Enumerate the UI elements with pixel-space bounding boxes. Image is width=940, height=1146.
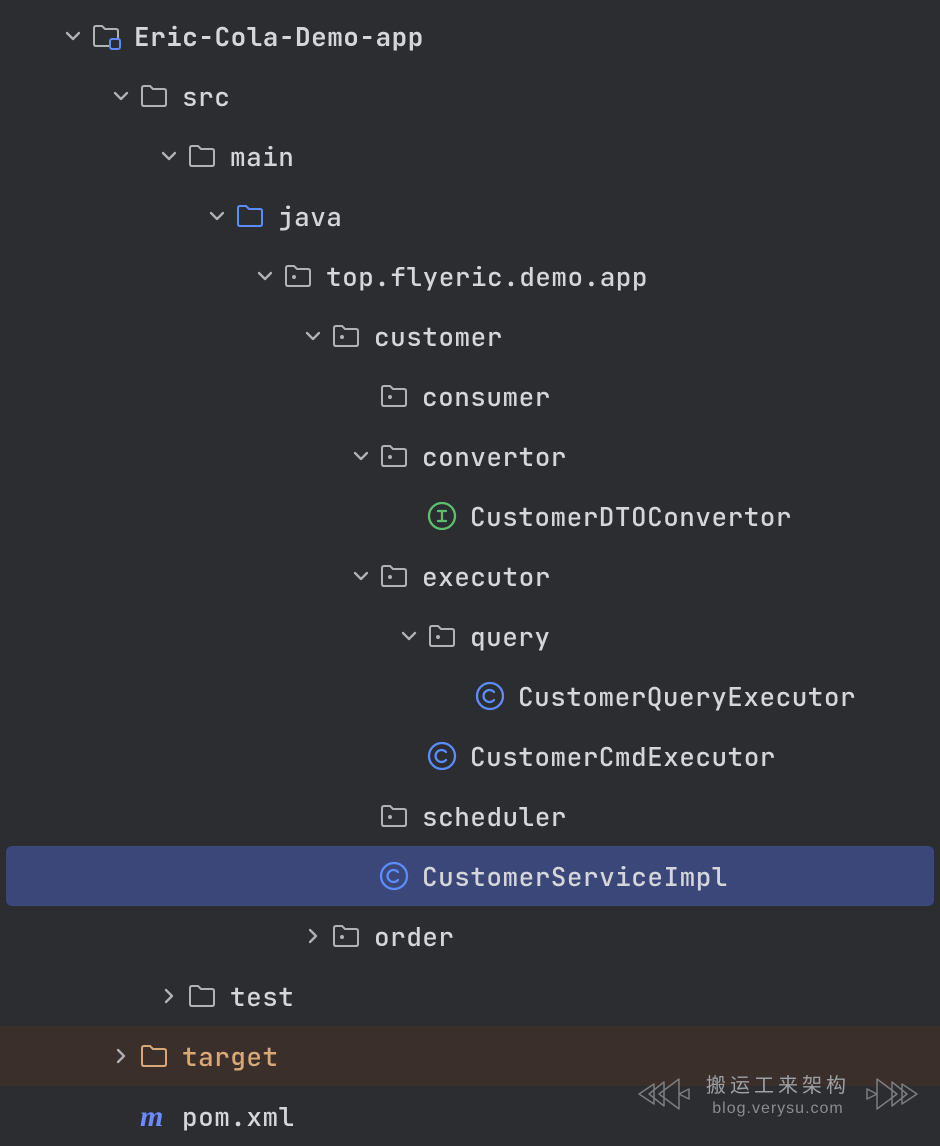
tree-item-executor[interactable]: executor [0, 546, 940, 606]
class-icon [424, 738, 460, 774]
tree-item-main[interactable]: main [0, 126, 940, 186]
tree-item-label: main [230, 139, 294, 174]
tree-item-label: CustomerServiceImpl [422, 859, 728, 894]
tree-item-order[interactable]: order [0, 906, 940, 966]
tree-item-scheduler[interactable]: scheduler [0, 786, 940, 846]
watermark-title: 搬运工来架构 [706, 1069, 850, 1098]
tree-item-package-root[interactable]: top.flyeric.demo.app [0, 246, 940, 306]
tree-item-label: order [374, 919, 455, 954]
tree-item-dto-convertor[interactable]: CustomerDTOConvertor [0, 486, 940, 546]
tree-item-label: CustomerQueryExecutor [518, 679, 856, 714]
class-icon [376, 858, 412, 894]
chevron-right-icon[interactable] [112, 1047, 130, 1065]
tree-item-customer[interactable]: customer [0, 306, 940, 366]
package-icon [376, 378, 412, 414]
project-tree[interactable]: Eric-Cola-Demo-app src main java top.fly… [0, 0, 940, 1146]
tree-item-label: convertor [422, 439, 567, 474]
tree-item-label: consumer [422, 379, 551, 414]
tree-item-label: customer [374, 319, 503, 354]
tree-item-label: pom.xml [182, 1099, 295, 1134]
tree-item-label: top.flyeric.demo.app [326, 259, 648, 294]
tree-item-cmd-executor[interactable]: CustomerCmdExecutor [0, 726, 940, 786]
watermark-deco-right-icon [862, 1074, 922, 1114]
folder-icon [136, 78, 172, 114]
package-icon [376, 438, 412, 474]
module-folder-icon [88, 18, 124, 54]
package-icon [328, 918, 364, 954]
watermark-url: blog.verysu.com [706, 1100, 850, 1118]
tree-item-label: CustomerCmdExecutor [470, 739, 776, 774]
folder-icon [184, 978, 220, 1014]
tree-item-root[interactable]: Eric-Cola-Demo-app [0, 6, 940, 66]
class-icon [472, 678, 508, 714]
tree-item-label: target [182, 1039, 279, 1074]
folder-icon [184, 138, 220, 174]
chevron-down-icon[interactable] [352, 447, 370, 465]
chevron-down-icon[interactable] [64, 27, 82, 45]
chevron-down-icon[interactable] [112, 87, 130, 105]
tree-item-service-impl[interactable]: CustomerServiceImpl [6, 846, 934, 906]
tree-item-query-executor[interactable]: CustomerQueryExecutor [0, 666, 940, 726]
chevron-right-icon[interactable] [304, 927, 322, 945]
tree-item-test[interactable]: test [0, 966, 940, 1026]
chevron-right-icon[interactable] [160, 987, 178, 1005]
tree-item-label: scheduler [422, 799, 567, 834]
tree-item-label: CustomerDTOConvertor [470, 499, 792, 534]
tree-item-convertor[interactable]: convertor [0, 426, 940, 486]
tree-item-label: query [470, 619, 551, 654]
maven-icon [136, 1098, 172, 1134]
package-icon [376, 798, 412, 834]
tree-item-label: java [278, 199, 342, 234]
package-icon [424, 618, 460, 654]
chevron-down-icon[interactable] [352, 567, 370, 585]
tree-item-java[interactable]: java [0, 186, 940, 246]
chevron-down-icon[interactable] [400, 627, 418, 645]
watermark: 搬运工来架构 blog.verysu.com [634, 1069, 922, 1118]
tree-item-label: executor [422, 559, 551, 594]
tree-item-src[interactable]: src [0, 66, 940, 126]
tree-item-label: Eric-Cola-Demo-app [134, 19, 424, 54]
chevron-down-icon[interactable] [256, 267, 274, 285]
tree-item-consumer[interactable]: consumer [0, 366, 940, 426]
chevron-down-icon[interactable] [208, 207, 226, 225]
chevron-down-icon[interactable] [304, 327, 322, 345]
tree-item-query[interactable]: query [0, 606, 940, 666]
package-icon [328, 318, 364, 354]
tree-item-label: test [230, 979, 294, 1014]
package-icon [376, 558, 412, 594]
interface-icon [424, 498, 460, 534]
chevron-down-icon[interactable] [160, 147, 178, 165]
package-icon [280, 258, 316, 294]
excluded-folder-icon [136, 1038, 172, 1074]
source-folder-icon [232, 198, 268, 234]
tree-item-label: src [182, 79, 230, 114]
watermark-deco-left-icon [634, 1074, 694, 1114]
